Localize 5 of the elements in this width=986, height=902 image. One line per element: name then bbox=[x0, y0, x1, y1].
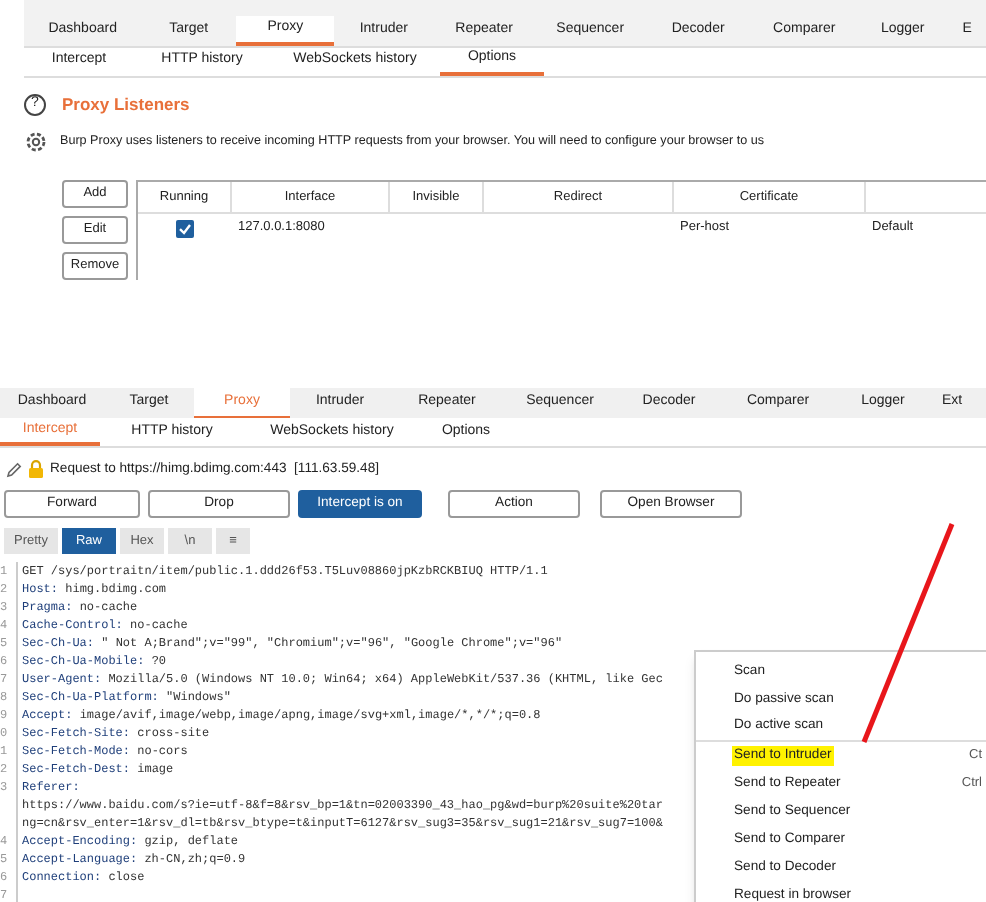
checkbox[interactable] bbox=[176, 219, 194, 238]
settings-icon[interactable] bbox=[24, 130, 48, 155]
section-title: Proxy Listeners bbox=[62, 92, 190, 118]
lock-icon bbox=[28, 460, 44, 479]
pencil-icon[interactable] bbox=[6, 461, 22, 478]
